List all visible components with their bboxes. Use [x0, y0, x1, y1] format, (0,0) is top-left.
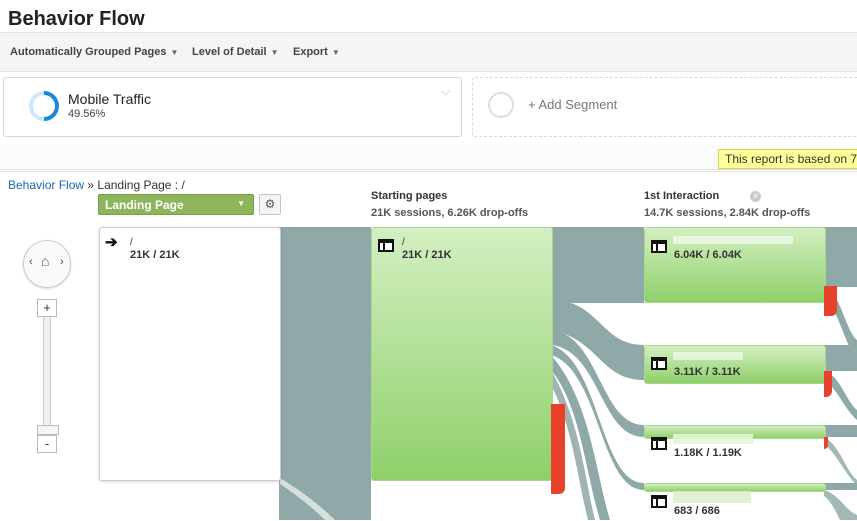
interaction-node[interactable]: 6.04K / 6.04K — [644, 227, 826, 303]
starting-dropoff-bar[interactable] — [551, 404, 565, 494]
flow-node-3-out — [824, 425, 857, 437]
pan-control[interactable]: ‹ ⌂ › — [23, 240, 71, 288]
interaction-node-value: 683 / 686 — [674, 505, 720, 517]
redacted-page-name — [673, 352, 743, 360]
landing-node-value: 21K / 21K — [130, 249, 180, 261]
settings-button[interactable]: ⚙ — [259, 194, 281, 215]
chevron-right-icon[interactable]: › — [60, 256, 64, 268]
interaction-node-value: 6.04K / 6.04K — [674, 249, 742, 261]
starting-page-node[interactable]: / 21K / 21K — [371, 227, 553, 481]
breadcrumb: Behavior Flow » Landing Page : / — [8, 178, 185, 192]
landing-node[interactable]: ➔ / 21K / 21K — [99, 227, 281, 481]
landing-node-page: / — [130, 237, 133, 248]
page-icon — [651, 357, 667, 370]
flow-start-to-node-1 — [551, 227, 644, 303]
chevron-left-icon[interactable]: ‹ — [29, 256, 33, 268]
redacted-page-name — [673, 434, 753, 444]
flow-landing-to-start — [279, 227, 371, 520]
zoom-in-button[interactable]: + — [37, 299, 57, 317]
dimension-select-value: Landing Page — [105, 198, 184, 212]
redacted-page-name — [673, 491, 751, 503]
interaction-node-value: 3.11K / 3.11K — [674, 366, 741, 378]
flow-node-2-out — [824, 345, 857, 371]
breadcrumb-link-behavior-flow[interactable]: Behavior Flow — [8, 178, 84, 192]
interaction-node[interactable]: 1.18K / 1.19K — [644, 425, 826, 459]
flow-node-4-out — [824, 483, 857, 490]
starting-node-page: / — [402, 237, 405, 248]
column-stats-starting-pages: 21K sessions, 6.26K drop-offs — [371, 207, 529, 219]
breadcrumb-separator: » — [87, 178, 95, 192]
dimension-select[interactable]: Landing Page ▼ — [98, 194, 254, 215]
zoom-slider-handle[interactable] — [37, 425, 59, 435]
flow-node-3-out-2 — [824, 437, 857, 485]
column-stats-first-interaction: 14.7K sessions, 2.84K drop-offs — [644, 207, 811, 219]
starting-node-value: 21K / 21K — [402, 249, 452, 261]
landing-arrow-icon: ➔ — [105, 234, 118, 251]
interaction-node[interactable]: 683 / 686 — [644, 483, 826, 517]
redacted-page-name — [673, 236, 793, 244]
home-icon[interactable]: ⌂ — [41, 253, 49, 269]
page-icon — [651, 495, 667, 508]
gear-icon: ⚙ — [264, 197, 276, 211]
page-icon — [378, 239, 394, 252]
page-icon — [651, 437, 667, 450]
interaction-dropoff-bar[interactable] — [824, 286, 837, 316]
flow-node-4-out-2 — [824, 490, 857, 520]
interaction-dropoff-bar[interactable] — [824, 371, 832, 397]
breadcrumb-current: Landing Page : / — [97, 178, 185, 192]
flow-node-1-out — [824, 227, 857, 287]
zoom-slider-track[interactable] — [43, 315, 51, 429]
column-title-starting-pages: Starting pages — [371, 190, 448, 202]
chevron-down-icon: ▼ — [237, 199, 245, 208]
column-title-first-interaction: 1st Interaction — [644, 190, 720, 202]
page-icon — [651, 240, 667, 253]
interaction-node[interactable]: 3.11K / 3.11K — [644, 345, 826, 384]
interaction-node-value: 1.18K / 1.19K — [674, 447, 742, 459]
zoom-out-button[interactable]: - — [37, 435, 57, 453]
remove-step-icon[interactable]: × — [750, 191, 761, 202]
